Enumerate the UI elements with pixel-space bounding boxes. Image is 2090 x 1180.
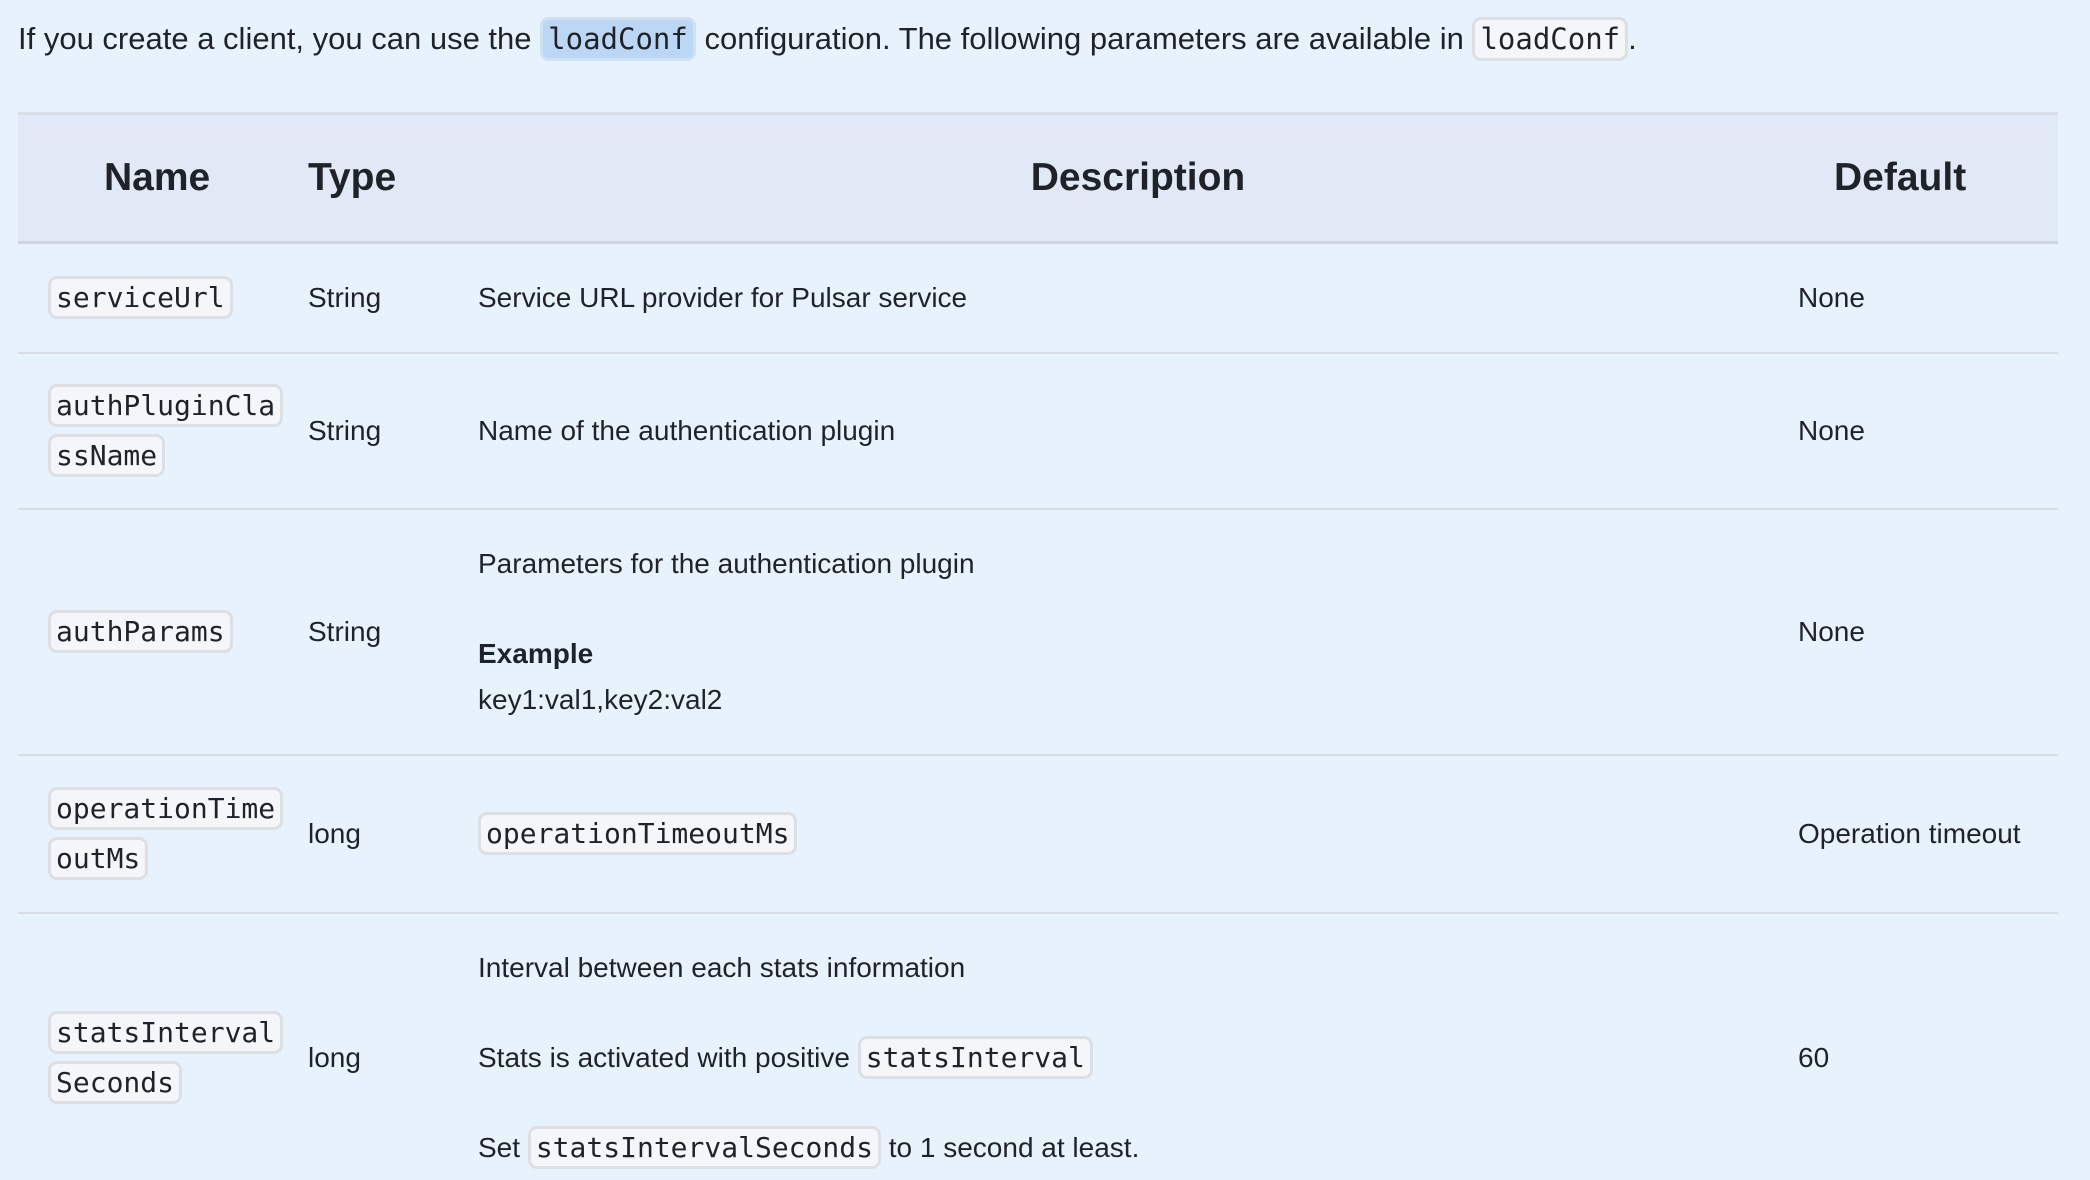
param-type: String bbox=[308, 508, 478, 756]
table-row: statsIntervalSeconds long Interval betwe… bbox=[18, 912, 2058, 1180]
param-description-cell: Interval between each stats information … bbox=[478, 912, 1798, 1180]
param-default: None bbox=[1798, 242, 2058, 354]
table-row: authParams String Parameters for the aut… bbox=[18, 508, 2058, 756]
param-description-line2: Stats is activated with positive statsIn… bbox=[478, 1035, 1798, 1081]
param-type: String bbox=[308, 352, 478, 510]
param-name: serviceUrl bbox=[48, 275, 233, 319]
param-default: Operation timeout bbox=[1798, 754, 2058, 914]
header-description: Description bbox=[478, 112, 1798, 244]
intro-text-before: If you create a client, you can use the bbox=[18, 21, 541, 56]
param-name-cell: authParams bbox=[18, 508, 308, 756]
param-default: None bbox=[1798, 508, 2058, 756]
param-name-cell: authPluginClassName bbox=[18, 352, 308, 510]
inline-code: statsIntervalSeconds bbox=[527, 1125, 881, 1169]
param-default: 60 bbox=[1798, 912, 2058, 1180]
inline-code-loadconf: loadConf bbox=[1472, 17, 1629, 61]
param-type: long bbox=[308, 912, 478, 1180]
param-description-cell: Parameters for the authentication plugin… bbox=[478, 508, 1798, 756]
inline-code: statsInterval bbox=[857, 1035, 1093, 1079]
param-name: authParams bbox=[48, 609, 233, 653]
param-description: operationTimeoutMs bbox=[478, 811, 1798, 857]
param-description: Name of the authentication plugin bbox=[478, 414, 896, 446]
param-description: Parameters for the authentication plugin bbox=[478, 547, 975, 579]
text-fragment: to 1 second at least. bbox=[880, 1131, 1140, 1163]
text-fragment: Set bbox=[478, 1131, 528, 1163]
param-name-cell: operationTimeoutMs bbox=[18, 754, 308, 914]
intro-text-after: . bbox=[1628, 21, 1637, 56]
param-name: authPluginClassName bbox=[48, 383, 284, 477]
param-description-cell: operationTimeoutMs bbox=[478, 754, 1798, 914]
param-description-cell: Service URL provider for Pulsar service bbox=[478, 242, 1798, 354]
intro-text-middle: configuration. The following parameters … bbox=[695, 21, 1473, 56]
table-row: authPluginClassName String Name of the a… bbox=[18, 352, 2058, 510]
param-name: operationTimeoutMs bbox=[48, 786, 284, 880]
table-row: operationTimeoutMs long operationTimeout… bbox=[18, 754, 2058, 914]
param-name-cell: serviceUrl bbox=[18, 242, 308, 354]
param-name-cell: statsIntervalSeconds bbox=[18, 912, 308, 1180]
table-header-row: Name Type Description Default bbox=[18, 112, 2058, 244]
text-fragment: Stats is activated with positive bbox=[478, 1041, 858, 1073]
header-type: Type bbox=[308, 112, 478, 244]
param-description-cell: Name of the authentication plugin bbox=[478, 352, 1798, 510]
header-default: Default bbox=[1798, 112, 2058, 244]
loadconf-parameters-table: Name Type Description Default serviceUrl… bbox=[18, 112, 2058, 1180]
example-value: key1:val1,key2:val2 bbox=[478, 683, 723, 715]
inline-code-loadconf-highlighted: loadConf bbox=[540, 17, 696, 61]
docs-page: If you create a client, you can use the … bbox=[0, 0, 2090, 1180]
example-label: Example bbox=[478, 637, 594, 669]
inline-code: operationTimeoutMs bbox=[478, 811, 798, 855]
table-row: serviceUrl String Service URL provider f… bbox=[18, 242, 2058, 354]
intro-paragraph: If you create a client, you can use the … bbox=[18, 14, 1637, 64]
param-default: None bbox=[1798, 352, 2058, 510]
param-description: Service URL provider for Pulsar service bbox=[478, 281, 968, 313]
param-type: String bbox=[308, 242, 478, 354]
param-description: Interval between each stats information bbox=[478, 951, 966, 983]
header-name: Name bbox=[18, 112, 308, 244]
param-description-line3: Set statsIntervalSeconds to 1 second at … bbox=[478, 1125, 1798, 1171]
param-name: statsIntervalSeconds bbox=[48, 1010, 284, 1104]
param-type: long bbox=[308, 754, 478, 914]
